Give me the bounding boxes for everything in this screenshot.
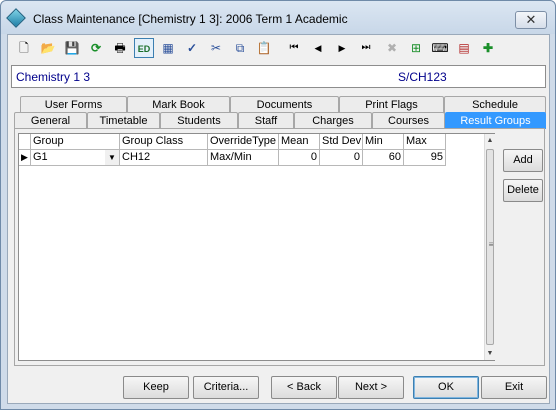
group-value: G1 [33,151,48,163]
grip-icon: ≡ [488,240,494,249]
column-header-group-class[interactable]: Group Class [120,134,208,150]
column-header-std-dev[interactable]: Std Dev [320,134,363,150]
result-groups-page: Group Group Class OverrideType Mean Std … [14,128,545,366]
tab-schedule[interactable]: Schedule [444,96,546,113]
column-header-group[interactable]: Group [31,134,120,150]
course-code: S/CH123 [398,70,447,84]
paste-icon[interactable]: 📋 [254,38,274,58]
tab-general[interactable]: General [14,112,87,129]
course-name: Chemistry 1 3 [16,70,91,84]
scroll-down-arrow-icon[interactable]: ▼ [485,347,495,360]
calculator-icon[interactable]: ▦ [158,38,178,58]
previous-record-icon[interactable]: ◀ [308,38,328,58]
criteria-button[interactable]: Criteria... [193,376,259,399]
grid-vertical-scrollbar[interactable]: ▲ ≡ ▼ [484,134,495,360]
tab-courses[interactable]: Courses [372,112,445,129]
scrollbar-thumb[interactable]: ≡ [486,149,494,345]
client-area: 🗋 📂 💾 ⟳ 🖶 ED ▦ ✓ ✂ ⧉ 📋 ⏮ ◀ ▶ ⏭ ✖ ⊞ ⌨ ▤ ✚… [7,34,550,404]
tab-user-forms[interactable]: User Forms [20,96,127,113]
first-record-icon[interactable]: ⏮ [284,38,304,58]
add-button[interactable]: Add [503,149,543,172]
cut-icon[interactable]: ✂ [206,38,226,58]
override-type-cell[interactable]: Max/Min [208,150,279,166]
keyboard-icon[interactable]: ⌨ [430,38,450,58]
tab-timetable[interactable]: Timetable [87,112,160,129]
keep-button[interactable]: Keep [123,376,189,399]
next-button[interactable]: Next > [338,376,404,399]
class-header: Chemistry 1 3 S/CH123 [11,65,546,88]
column-header-max[interactable]: Max [404,134,446,150]
mean-cell[interactable]: 0 [279,150,320,166]
refresh-icon[interactable]: ⟳ [86,38,106,58]
next-record-icon[interactable]: ▶ [332,38,352,58]
toolbar: 🗋 📂 💾 ⟳ 🖶 ED ▦ ✓ ✂ ⧉ 📋 ⏮ ◀ ▶ ⏭ ✖ ⊞ ⌨ ▤ ✚ [8,35,549,61]
copy-icon[interactable]: ⧉ [230,38,250,58]
column-header-min[interactable]: Min [363,134,404,150]
close-button[interactable]: ✕ [515,11,547,29]
title-bar[interactable]: Class Maintenance [Chemistry 1 3]: 2006 … [1,1,555,34]
open-folder-icon[interactable]: 📂 [38,38,58,58]
delete-icon[interactable]: ✖ [382,38,402,58]
scroll-up-arrow-icon[interactable]: ▲ [485,134,495,147]
class-maintenance-window: Class Maintenance [Chemistry 1 3]: 2006 … [0,0,556,410]
chevron-down-icon[interactable]: ▼ [105,150,119,165]
row-selector-header [19,134,31,150]
tab-mark-book[interactable]: Mark Book [127,96,230,113]
edit-icon[interactable]: ED [134,38,154,58]
max-cell[interactable]: 95 [404,150,446,166]
column-header-mean[interactable]: Mean [279,134,320,150]
find-icon[interactable]: ⊞ [406,38,426,58]
app-diamond-icon [6,8,26,28]
spellcheck-icon[interactable]: ✓ [182,38,202,58]
last-record-icon[interactable]: ⏭ [356,38,376,58]
tab-charges[interactable]: Charges [294,112,372,129]
current-row-indicator-icon: ▶ [19,150,31,166]
back-button[interactable]: < Back [271,376,337,399]
print-icon[interactable]: 🖶 [110,38,130,58]
save-icon[interactable]: 💾 [62,38,82,58]
exit-button[interactable]: Exit [481,376,547,399]
std-dev-cell[interactable]: 0 [320,150,363,166]
tab-result-groups[interactable]: Result Groups [445,112,546,129]
tab-documents[interactable]: Documents [230,96,339,113]
min-cell[interactable]: 60 [363,150,404,166]
tab-print-flags[interactable]: Print Flags [339,96,444,113]
tab-students[interactable]: Students [160,112,238,129]
result-groups-grid: Group Group Class OverrideType Mean Std … [18,133,495,361]
column-header-override-type[interactable]: OverrideType [208,134,279,150]
add-task-icon[interactable]: ✚ [478,38,498,58]
ok-button[interactable]: OK [413,376,479,399]
group-cell[interactable]: G1 ▼ [31,150,120,166]
new-icon[interactable]: 🗋 [14,38,34,58]
tab-staff[interactable]: Staff [238,112,294,129]
window-title: Class Maintenance [Chemistry 1 3]: 2006 … [33,12,348,26]
grid-export-icon[interactable]: ▤ [454,38,474,58]
delete-button[interactable]: Delete [503,179,543,202]
group-class-cell[interactable]: CH12 [120,150,208,166]
